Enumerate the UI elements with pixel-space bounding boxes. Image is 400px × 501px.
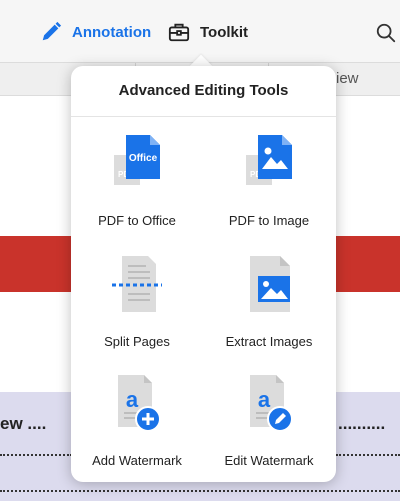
dotted-leader xyxy=(336,454,400,456)
popover-divider xyxy=(71,116,336,117)
split-pages-button[interactable]: Split Pages xyxy=(71,254,203,364)
document-row-text-right: .......... xyxy=(338,414,386,433)
extract-images-label: Extract Images xyxy=(225,334,313,349)
toolkit-label: Toolkit xyxy=(200,23,249,41)
extract-images-icon xyxy=(250,256,290,312)
extract-images-button[interactable]: Extract Images xyxy=(203,254,335,364)
add-watermark-icon: a xyxy=(118,375,161,432)
pdf-to-office-label: PDF to Office xyxy=(98,213,176,228)
pdf-to-image-label: PDF to Image xyxy=(228,213,310,228)
pdf-to-office-button[interactable]: PDF Office PDF to Office xyxy=(71,133,203,243)
edit-watermark-button[interactable]: a Edit Watermark xyxy=(203,373,335,483)
add-watermark-label: Add Watermark xyxy=(92,453,182,468)
annotation-tab[interactable]: Annotation xyxy=(40,20,151,44)
advanced-tools-popover: Advanced Editing Tools PDF Office PDF to… xyxy=(71,66,336,482)
pdf-to-office-icon: PDF Office xyxy=(114,135,160,185)
toolbox-icon xyxy=(168,23,190,42)
document-row-text: ew .... xyxy=(0,414,47,433)
office-badge-text: Office xyxy=(129,153,158,164)
watermark-glyph: a xyxy=(258,387,271,412)
pdf-to-image-button[interactable]: PDF PDF to Image xyxy=(203,133,335,243)
pdf-to-image-icon: PDF xyxy=(246,135,292,185)
search-icon[interactable] xyxy=(374,22,398,44)
popover-title: Advanced Editing Tools xyxy=(118,82,289,99)
toolkit-tab[interactable]: Toolkit xyxy=(168,20,248,44)
dotted-leader xyxy=(0,490,400,492)
annotation-label: Annotation xyxy=(72,23,152,41)
top-toolbar: Annotation Toolkit xyxy=(0,0,400,62)
edit-watermark-label: Edit Watermark xyxy=(224,453,314,468)
pencil-icon xyxy=(42,21,62,41)
edit-watermark-icon: a xyxy=(250,375,293,432)
watermark-glyph: a xyxy=(126,387,139,412)
split-pages-icon xyxy=(112,256,162,312)
add-watermark-button[interactable]: a Add Watermark xyxy=(71,373,203,483)
split-pages-label: Split Pages xyxy=(104,334,170,349)
document-tab-text: iew xyxy=(336,70,359,87)
dotted-leader xyxy=(0,454,72,456)
